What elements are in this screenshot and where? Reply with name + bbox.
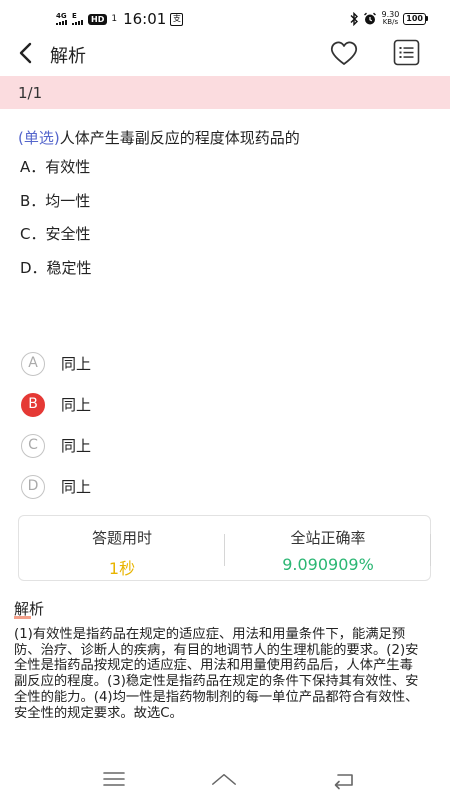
answer-letter-d: D [21,474,45,499]
question-type-label: (单选) [18,129,60,147]
battery-level: 100 [403,12,426,25]
answer-time-stat: 答题用时 1秒 [19,516,225,579]
answer-time-label: 答题用时 [91,529,152,547]
home-icon[interactable] [211,768,237,790]
option-b[interactable]: B．均一性 [20,191,92,225]
answer-label-a: 同上 [61,355,92,373]
answer-letter-a: A [21,351,45,376]
answer-label-c: 同上 [61,437,92,455]
signal-icon-2: E [72,13,84,25]
answer-choice-a[interactable]: A 同上 [21,343,91,384]
question-text: 人体产生毒副反应的程度体现药品的 [59,129,300,147]
option-a[interactable]: A．有效性 [20,157,92,191]
stats-card: 答题用时 1秒 全站正确率 9.090909% [18,515,431,581]
system-nav-bar [0,760,450,800]
accuracy-label: 全站正确率 [290,529,366,547]
status-left: 4G E HD 1 16:01 支 [56,10,184,28]
heart-icon[interactable] [329,39,359,67]
analysis-text: (1)有效性是指药品在规定的适应症、用法和用量条件下，能满足预防、治疗、诊断人的… [14,627,419,721]
network-type-label-2: E [72,12,77,20]
answer-letter-b: B [21,392,45,417]
menu-icon[interactable] [101,768,127,790]
signal-icon: 4G [56,13,68,25]
status-time: 16:01 [123,10,167,28]
answer-choice-d[interactable]: D 同上 [21,466,91,507]
answer-choice-c[interactable]: C 同上 [21,425,91,466]
analysis-title: 解析 [14,600,45,618]
question-counter: 1/1 [18,84,43,102]
question-stem: (单选)人体产生毒副反应的程度体现药品的 [18,128,438,148]
back-icon[interactable] [331,768,357,790]
answer-letter-c: C [21,433,45,458]
option-c[interactable]: C．安全性 [20,224,92,258]
list-icon[interactable] [393,39,420,66]
progress-strip: 1/1 [0,76,450,109]
answer-time-value: 1秒 [108,559,136,578]
battery-icon: 100 [403,12,428,25]
alarm-icon [364,12,377,24]
speed-unit: KB/s [382,18,399,26]
card-edge-divider [430,534,431,566]
app-header: 解析 [0,36,450,74]
page-title: 解析 [50,46,86,67]
signal-digit: 1 [111,14,118,24]
question-options: A．有效性 B．均一性 C．安全性 D．稳定性 [20,157,92,291]
accuracy-stat: 全站正确率 9.090909% [225,516,431,574]
hd-icon: HD [88,13,108,25]
accuracy-value: 9.090909% [282,555,374,574]
bluetooth-icon [350,11,359,26]
network-speed: 9.30 KB/s [381,11,399,26]
answer-list: A 同上 B 同上 C 同上 D 同上 [21,343,91,507]
notification-icon: 支 [170,12,184,26]
option-d[interactable]: D．稳定性 [20,258,92,292]
answer-choice-b[interactable]: B 同上 [21,384,91,425]
network-type-label: 4G [56,12,67,20]
status-right: 9.30 KB/s 100 [349,11,428,26]
answer-label-d: 同上 [61,478,92,496]
back-arrow-icon[interactable] [14,40,38,66]
status-bar: 4G E HD 1 16:01 支 9.30 KB/s 100 [0,0,450,36]
answer-label-b: 同上 [61,396,92,414]
